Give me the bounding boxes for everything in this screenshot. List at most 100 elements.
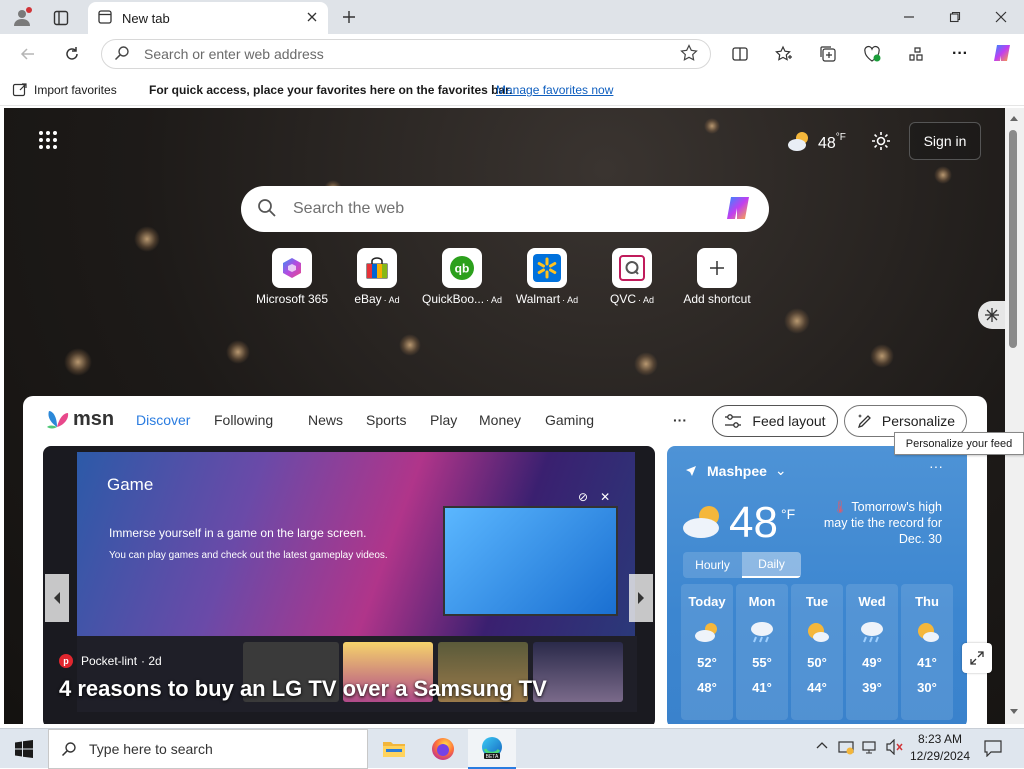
copilot-icon[interactable] xyxy=(990,43,1014,63)
weather-forecast: Today 52° 48° Mon 55° 41° Tue 50° 44° We… xyxy=(681,584,953,720)
forecast-day[interactable]: Mon 55° 41° xyxy=(736,584,788,720)
close-icon[interactable]: ✕ xyxy=(600,490,610,504)
tab-following[interactable]: Following xyxy=(214,412,273,428)
weather-unit: °F xyxy=(835,132,846,143)
network-icon[interactable] xyxy=(862,739,878,758)
tab-money[interactable]: Money xyxy=(479,412,521,428)
forecast-day[interactable]: Thu 41° 30° xyxy=(901,584,953,720)
sign-in-button[interactable]: Sign in xyxy=(909,122,981,160)
tab-gaming[interactable]: Gaming xyxy=(545,412,594,428)
forecast-day[interactable]: Wed 49° 39° xyxy=(846,584,898,720)
high-temp: 55° xyxy=(752,655,772,670)
high-temp: 41° xyxy=(917,655,937,670)
web-search-input[interactable] xyxy=(293,200,723,218)
background-bokeh xyxy=(64,348,92,376)
settings-gear-icon[interactable] xyxy=(870,130,892,155)
weather-more-button[interactable]: ··· xyxy=(929,458,943,474)
apps-launcher-icon[interactable] xyxy=(38,130,58,153)
volume-muted-icon[interactable] xyxy=(886,738,904,758)
address-bar[interactable] xyxy=(101,39,711,69)
new-tab-button[interactable] xyxy=(338,7,360,27)
weather-widget[interactable]: 48 °F xyxy=(786,130,846,157)
partly-sunny-icon xyxy=(901,613,953,651)
shortcut-qvc[interactable]: QVC · Ad xyxy=(592,248,672,306)
shortcut-walmart[interactable]: Walmart · Ad xyxy=(507,248,587,306)
tab-actions-icon[interactable] xyxy=(50,8,72,28)
file-explorer-icon[interactable] xyxy=(370,729,418,769)
hero-article-card[interactable]: Game Immerse yourself in a game on the l… xyxy=(43,446,655,724)
hide-icon[interactable]: ⊘ xyxy=(578,490,588,504)
forecast-day[interactable]: Tue 50° 44° xyxy=(791,584,843,720)
import-favorites-button[interactable]: Import favorites xyxy=(12,82,117,98)
profile-icon[interactable] xyxy=(10,6,34,28)
web-search-box[interactable] xyxy=(241,186,769,232)
taskbar: Type here to search BETA 8:23 AM 12/29/2… xyxy=(0,728,1024,769)
article-headline[interactable]: 4 reasons to buy an LG TV over a Samsung… xyxy=(59,676,547,702)
sparkle-pencil-icon xyxy=(857,414,871,429)
clock-date: 12/29/2024 xyxy=(909,749,971,763)
ad-badge: · Ad xyxy=(562,295,579,305)
split-screen-icon[interactable] xyxy=(728,44,752,64)
new-tab-icon xyxy=(98,9,112,27)
shortcut-quickbooks[interactable]: qb QuickBoo... · Ad xyxy=(422,248,502,306)
feed-layout-button[interactable]: Feed layout xyxy=(712,405,838,437)
background-bokeh xyxy=(934,166,952,184)
tab-discover[interactable]: Discover xyxy=(136,412,190,428)
defender-icon[interactable] xyxy=(838,739,854,758)
edge-beta-icon[interactable]: BETA xyxy=(468,729,516,769)
more-tabs-button[interactable]: ··· xyxy=(673,412,687,428)
notifications-icon[interactable] xyxy=(984,739,1002,760)
hero-overlay-line1: Immerse yourself in a game on the large … xyxy=(109,526,367,540)
close-tab-icon[interactable] xyxy=(306,11,318,26)
scrollbar-thumb[interactable] xyxy=(1009,130,1017,348)
tab-daily[interactable]: Daily xyxy=(742,552,801,578)
chevron-up-icon[interactable] xyxy=(816,739,828,754)
browser-essentials-icon[interactable] xyxy=(860,44,884,64)
partly-sunny-icon xyxy=(791,613,843,651)
forecast-day[interactable]: Today 52° 48° xyxy=(681,584,733,720)
tab-sports[interactable]: Sports xyxy=(366,412,406,428)
ad-badge: · Ad xyxy=(383,295,400,305)
msn-logo[interactable]: msn xyxy=(45,407,114,431)
back-button[interactable] xyxy=(16,44,40,64)
tab-new-tab[interactable]: New tab xyxy=(88,2,328,34)
favorites-icon[interactable] xyxy=(772,44,796,64)
carousel-prev-button[interactable] xyxy=(45,574,69,622)
weather-alert[interactable]: 🌡 Tomorrow's high may tie the record for… xyxy=(817,499,942,547)
address-input[interactable] xyxy=(144,46,680,62)
add-shortcut-button[interactable]: Add shortcut xyxy=(677,248,757,306)
start-button[interactable] xyxy=(0,729,48,769)
minimize-button[interactable] xyxy=(886,0,932,34)
collections-icon[interactable] xyxy=(816,44,840,64)
taskbar-search[interactable]: Type here to search xyxy=(48,729,368,769)
toolbar: ··· xyxy=(0,34,1024,74)
system-clock[interactable]: 8:23 AM 12/29/2024 xyxy=(908,731,972,765)
expand-icon[interactable] xyxy=(962,643,992,673)
close-window-button[interactable] xyxy=(978,0,1024,34)
weather-card[interactable]: Mashpee ⌄ ··· 48 °F 🌡 Tomorrow's high ma… xyxy=(667,446,967,724)
page-scrollbar[interactable] xyxy=(1005,108,1024,724)
restore-button[interactable] xyxy=(932,0,978,34)
shortcut-ebay[interactable]: eBay · Ad xyxy=(337,248,417,306)
search-icon xyxy=(61,742,76,757)
more-menu-icon[interactable]: ··· xyxy=(948,44,972,64)
firefox-icon[interactable] xyxy=(419,729,467,769)
tab-news[interactable]: News xyxy=(308,412,343,428)
favorite-star-icon[interactable] xyxy=(680,43,698,65)
copilot-icon[interactable] xyxy=(723,193,753,226)
import-icon xyxy=(12,83,27,97)
high-temp: 49° xyxy=(862,655,882,670)
background-settings-icon[interactable] xyxy=(978,301,1005,329)
msn-feed: msn Discover Following News Sports Play … xyxy=(23,396,987,724)
manage-favorites-link[interactable]: Manage favorites now xyxy=(496,83,613,97)
personalize-tooltip: Personalize your feed xyxy=(894,432,1024,455)
weather-location[interactable]: Mashpee ⌄ xyxy=(685,462,787,479)
extensions-icon[interactable] xyxy=(904,44,928,64)
shortcut-microsoft-365[interactable]: Microsoft 365 xyxy=(252,248,332,306)
tab-hourly[interactable]: Hourly xyxy=(683,552,742,578)
carousel-next-button[interactable] xyxy=(629,574,653,622)
refresh-button[interactable] xyxy=(60,44,84,64)
background-bokeh xyxy=(784,308,810,334)
shortcut-label: QVC xyxy=(609,292,636,306)
tab-play[interactable]: Play xyxy=(430,412,457,428)
